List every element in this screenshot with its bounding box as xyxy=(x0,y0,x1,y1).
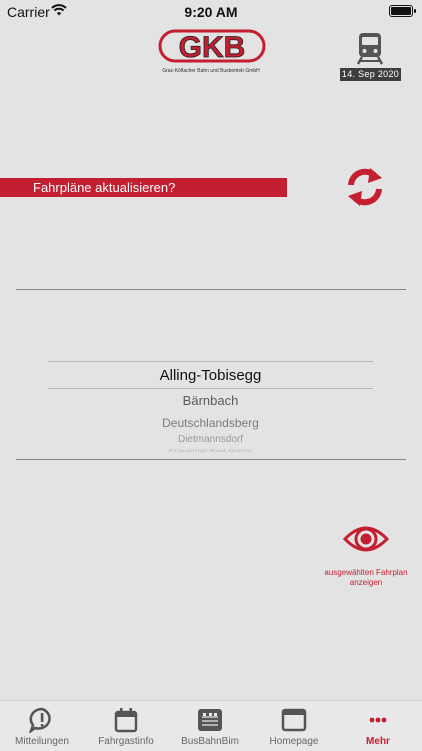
date-badge: 14. Sep 2020 xyxy=(340,68,401,81)
logo-subtitle: Graz-Köflacher Bahn und Busbetrieb GmbH xyxy=(162,68,260,74)
tab-mitteilungen[interactable]: Mitteilungen xyxy=(0,701,84,751)
tab-bar: Mitteilungen Fahrgastinfo BusBahnBim Hom… xyxy=(0,700,422,751)
logo-text: GKB xyxy=(179,31,246,64)
tab-busbahnbim[interactable]: BusBahnBim xyxy=(168,701,252,751)
picker-selection-line-bottom xyxy=(48,388,373,389)
eye-icon[interactable] xyxy=(343,521,389,557)
train-icon[interactable] xyxy=(354,31,386,65)
calendar-icon xyxy=(114,708,138,733)
divider-bottom xyxy=(16,459,406,460)
picker-item[interactable]: Deutschlandsberg xyxy=(48,416,373,430)
show-timetable-caption-line1: ausgewählten Fahrplan xyxy=(324,568,408,577)
picker-item[interactable]: Frauental-Bad Gams xyxy=(48,448,373,453)
tab-homepage[interactable]: Homepage xyxy=(252,701,336,751)
more-dots-icon xyxy=(369,717,387,723)
browser-window-icon xyxy=(281,708,307,732)
picker-item[interactable]: Bärnbach xyxy=(48,393,373,408)
tab-label: Mitteilungen xyxy=(15,736,69,747)
tab-fahrgastinfo[interactable]: Fahrgastinfo xyxy=(84,701,168,751)
refresh-icon[interactable] xyxy=(344,166,386,208)
divider-top xyxy=(16,289,406,290)
chat-alert-icon xyxy=(29,707,51,733)
update-banner[interactable]: Fahrpläne aktualisieren? xyxy=(0,178,287,197)
status-bar: Carrier 9:20 AM xyxy=(0,0,422,24)
update-banner-text: Fahrpläne aktualisieren? xyxy=(33,180,176,195)
tab-mehr[interactable]: Mehr xyxy=(336,701,420,751)
show-timetable-caption[interactable]: ausgewählten Fahrplan anzeigen xyxy=(312,568,420,588)
station-picker[interactable]: Alling-Tobisegg Bärnbach Deutschlandsber… xyxy=(48,358,373,458)
tab-label: Fahrgastinfo xyxy=(98,736,154,747)
picker-selection-line-top xyxy=(48,361,373,362)
picker-item[interactable]: Dietmannsdorf xyxy=(48,434,373,445)
status-time: 9:20 AM xyxy=(184,4,238,20)
battery-icon xyxy=(389,5,416,17)
tab-label: Mehr xyxy=(366,736,390,747)
tab-label: Homepage xyxy=(269,736,319,747)
show-timetable-caption-line2: anzeigen xyxy=(349,578,383,587)
tab-label: BusBahnBim xyxy=(181,736,239,747)
busbahnbim-logo-icon xyxy=(198,709,222,731)
picker-item-selected[interactable]: Alling-Tobisegg xyxy=(48,367,373,384)
